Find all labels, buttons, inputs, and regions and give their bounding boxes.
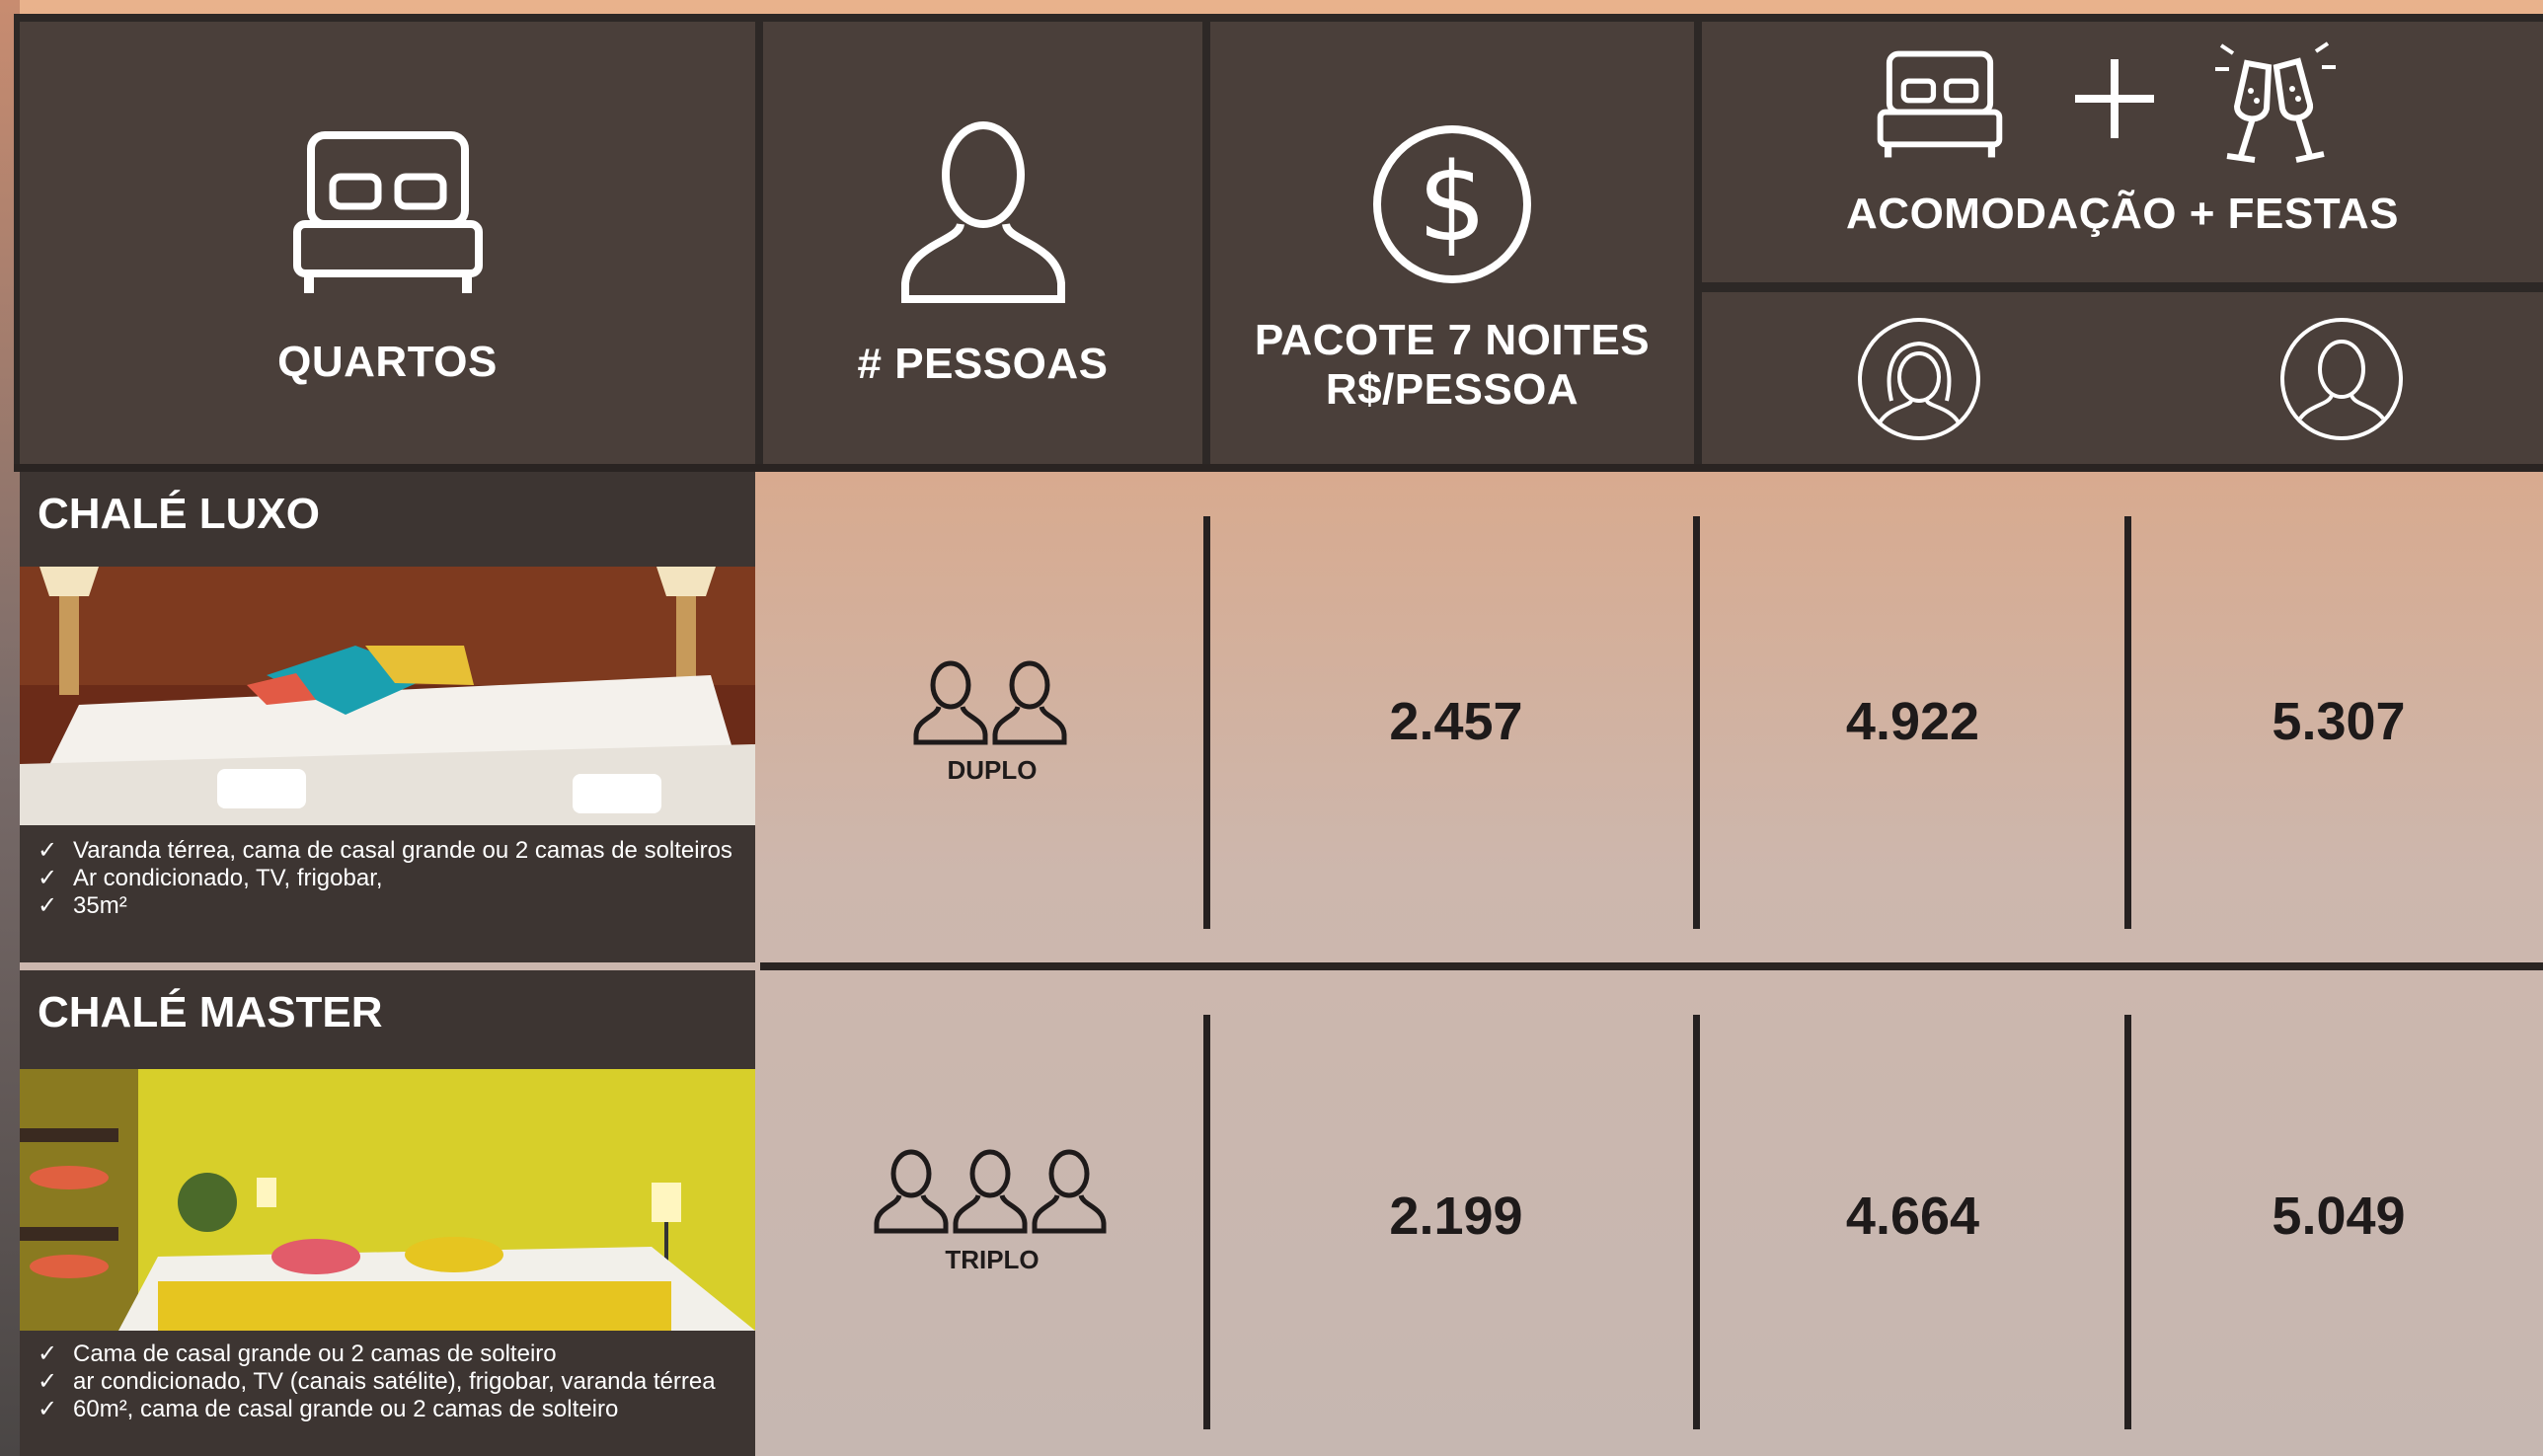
person-icon bbox=[899, 115, 1067, 313]
people-header-label: # PESSOAS bbox=[857, 340, 1109, 388]
column-divider bbox=[1693, 1015, 1700, 1429]
female-price-value: 4.664 bbox=[1845, 1187, 1980, 1246]
feature-item: Ar condicionado, TV, frigobar, bbox=[34, 865, 741, 892]
svg-text:$: $ bbox=[1418, 139, 1487, 266]
feature-item: 60m², cama de casal grande ou 2 camas de… bbox=[34, 1396, 741, 1423]
header-bottom-rule bbox=[14, 464, 2543, 472]
price-value: 2.457 bbox=[1389, 692, 1523, 751]
bed-icon bbox=[1876, 47, 2004, 169]
price-value: 2.199 bbox=[1389, 1187, 1523, 1246]
female-price-value: 4.922 bbox=[1845, 692, 1980, 751]
column-divider bbox=[2124, 516, 2131, 929]
header-combo: ACOMODAÇÃO + FESTAS bbox=[1702, 22, 2543, 282]
occupancy-label: DUPLO bbox=[947, 755, 1038, 785]
combo-header-label: ACOMODAÇÃO + FESTAS bbox=[1846, 190, 2399, 238]
feature-item: 35m² bbox=[34, 892, 741, 920]
champagne-icon bbox=[2211, 39, 2340, 173]
column-divider bbox=[1693, 516, 1700, 929]
header-price: $ PACOTE 7 NOITES R$/PESSOA bbox=[1210, 22, 1694, 464]
male-avatar-icon bbox=[2278, 316, 2405, 447]
room-card-luxo: CHALÉ LUXO Varanda térrea, cama de casal… bbox=[20, 472, 755, 962]
header-gender bbox=[1702, 292, 2543, 464]
room-card-master: CHALÉ MASTER Cama de casal grande ou 2 c… bbox=[20, 970, 755, 1456]
column-divider bbox=[1203, 1015, 1210, 1429]
room-features: Varanda térrea, cama de casal grande ou … bbox=[34, 837, 741, 920]
feature-item: ar condicionado, TV (canais satélite), f… bbox=[34, 1368, 741, 1396]
male-price-value: 5.049 bbox=[2272, 1187, 2406, 1246]
room-row-luxo: DUPLO 2.457 4.922 5.307 bbox=[760, 472, 2543, 962]
price-header-line2: R$/PESSOA bbox=[1325, 365, 1580, 414]
room-title: CHALÉ LUXO bbox=[38, 490, 320, 538]
male-price-value: 5.307 bbox=[2272, 692, 2406, 751]
feature-item: Varanda térrea, cama de casal grande ou … bbox=[34, 837, 741, 865]
room-photo-luxo bbox=[20, 567, 755, 825]
header-rooms: QUARTOS bbox=[20, 22, 755, 464]
price-header-line1: PACOTE 7 NOITES bbox=[1254, 316, 1651, 364]
bed-icon bbox=[291, 125, 485, 303]
people-trio-icon bbox=[874, 1148, 1111, 1240]
occupancy-label: TRIPLO bbox=[945, 1245, 1040, 1274]
column-divider bbox=[1203, 516, 1210, 929]
plus-icon bbox=[2073, 57, 2156, 145]
room-title: CHALÉ MASTER bbox=[38, 988, 383, 1036]
people-pair-icon bbox=[913, 659, 1071, 751]
room-photo-master bbox=[20, 1069, 755, 1331]
female-avatar-icon bbox=[1856, 316, 1982, 447]
feature-item: Cama de casal grande ou 2 camas de solte… bbox=[34, 1341, 741, 1368]
header-people: # PESSOAS bbox=[763, 22, 1202, 464]
row-separator bbox=[760, 962, 2543, 970]
room-features: Cama de casal grande ou 2 camas de solte… bbox=[34, 1341, 741, 1423]
column-divider bbox=[2124, 1015, 2131, 1429]
room-row-master: TRIPLO 2.199 4.664 5.049 bbox=[760, 970, 2543, 1456]
dollar-circle-icon: $ bbox=[1371, 123, 1533, 285]
rooms-header-label: QUARTOS bbox=[277, 338, 498, 386]
